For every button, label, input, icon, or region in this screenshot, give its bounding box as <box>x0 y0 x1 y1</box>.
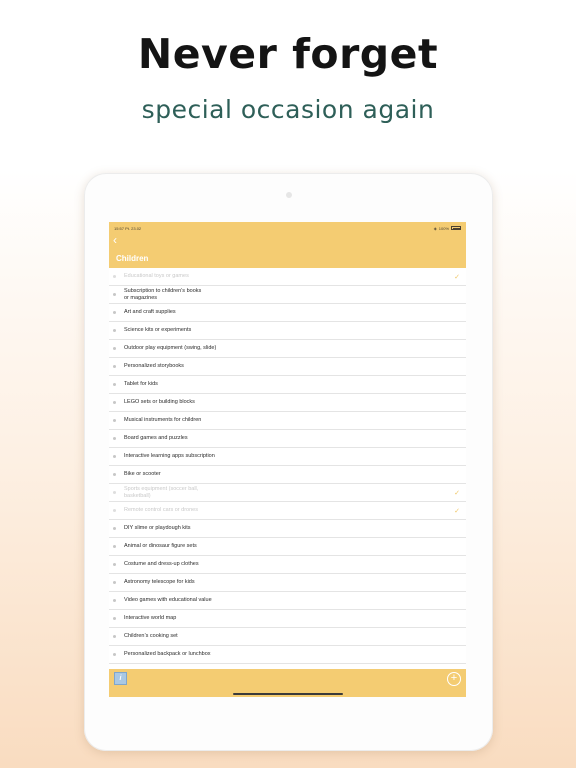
status-left: 15:57 Pt. 23.02 <box>114 226 141 231</box>
bullet-icon <box>113 635 116 638</box>
list-item[interactable]: Children’s cooking set <box>109 628 466 646</box>
list-item[interactable]: Animal or dinosaur figure sets <box>109 538 466 556</box>
bullet-icon <box>113 527 116 530</box>
bullet-icon <box>113 491 116 494</box>
status-time: 15:57 <box>114 225 125 231</box>
list-item[interactable]: Interactive learning apps subscription <box>109 448 466 466</box>
list-item[interactable]: Sports equipment (soccer ball, basketbal… <box>109 484 466 502</box>
add-item-button[interactable]: + <box>447 672 461 686</box>
list-item[interactable]: Remote control cars or drones ✓ <box>109 502 466 520</box>
list-item[interactable]: Interactive world map <box>109 610 466 628</box>
status-right: ◈ 100% <box>434 226 461 231</box>
list-item[interactable]: Science kits or experiments <box>109 322 466 340</box>
bullet-icon <box>113 311 116 314</box>
checkmark-icon: ✓ <box>454 273 460 281</box>
list-item[interactable]: Outdoor play equipment (swing, slide) <box>109 340 466 358</box>
list-item-label: Bike or scooter <box>124 471 161 478</box>
list-item-label: Sports equipment (soccer ball, basketbal… <box>124 486 199 499</box>
gift-idea-list: Educational toys or games ✓ Subscription t… <box>109 268 466 664</box>
bullet-icon <box>113 419 116 422</box>
list-item-label: Subscription to children’s books or maga… <box>124 288 202 301</box>
list-item-label: Children’s cooking set <box>124 633 178 640</box>
list-item-label: Astronomy telescope for kids <box>124 579 195 586</box>
list-item[interactable]: Art and craft supplies <box>109 304 466 322</box>
bullet-icon <box>113 653 116 656</box>
bullet-icon <box>113 401 116 404</box>
camera-dot <box>286 192 292 198</box>
battery-icon <box>451 226 461 230</box>
bottom-toolbar: i + <box>109 669 466 697</box>
list-item[interactable]: Subscription to children’s books or maga… <box>109 286 466 304</box>
list-item-label: Remote control cars or drones <box>124 507 198 514</box>
app-screen: 15:57 Pt. 23.02 ◈ 100% ‹ Children Educat… <box>109 222 466 697</box>
battery-percent: 100% <box>438 225 449 231</box>
checkmark-icon: ✓ <box>454 489 460 497</box>
list-item[interactable]: DIY slime or playdough kits <box>109 520 466 538</box>
nav-bar: ‹ Children <box>109 234 466 268</box>
list-item[interactable]: Educational toys or games ✓ <box>109 268 466 286</box>
tablet-frame: 15:57 Pt. 23.02 ◈ 100% ‹ Children Educat… <box>84 173 493 751</box>
list-item-label: Video games with educational value <box>124 597 212 604</box>
chevron-left-icon[interactable]: ‹ <box>113 234 117 246</box>
bullet-icon <box>113 347 116 350</box>
bullet-icon <box>113 581 116 584</box>
bullet-icon <box>113 563 116 566</box>
list-item-label: Art and craft supplies <box>124 309 176 316</box>
list-item-label: Personalized backpack or lunchbox <box>124 651 211 658</box>
bullet-icon <box>113 383 116 386</box>
list-item-label: Tablet for kids <box>124 381 158 388</box>
list-item[interactable]: Astronomy telescope for kids <box>109 574 466 592</box>
bullet-icon <box>113 455 116 458</box>
list-item-label: LEGO sets or building blocks <box>124 399 195 406</box>
home-indicator <box>233 693 343 695</box>
list-item-label: Costume and dress-up clothes <box>124 561 199 568</box>
promo-subheadline: special occasion again <box>141 95 435 124</box>
list-item-label: Interactive learning apps subscription <box>124 453 215 460</box>
list-item-label: Board games and puzzles <box>124 435 188 442</box>
list-item[interactable]: Tablet for kids <box>109 376 466 394</box>
status-date: Pt. 23.02 <box>125 225 142 231</box>
list-item[interactable]: Bike or scooter <box>109 466 466 484</box>
info-icon[interactable]: i <box>114 672 127 685</box>
list-item-label: Animal or dinosaur figure sets <box>124 543 197 550</box>
list-item-label: DIY slime or playdough kits <box>124 525 191 532</box>
bullet-icon <box>113 293 116 296</box>
wifi-icon: ◈ <box>433 225 437 231</box>
page-title: Children <box>116 254 149 263</box>
list-item-label: Educational toys or games <box>124 273 189 280</box>
list-item-label: Personalized storybooks <box>124 363 184 370</box>
promo-headline: Never forget <box>137 30 439 78</box>
status-bar: 15:57 Pt. 23.02 ◈ 100% <box>109 222 466 234</box>
list-item[interactable]: Video games with educational value <box>109 592 466 610</box>
list-item-label: Outdoor play equipment (swing, slide) <box>124 345 217 352</box>
bullet-icon <box>113 329 116 332</box>
list-item[interactable]: Board games and puzzles <box>109 430 466 448</box>
bullet-icon <box>113 545 116 548</box>
bullet-icon <box>113 437 116 440</box>
bullet-icon <box>113 473 116 476</box>
checkmark-icon: ✓ <box>454 507 460 515</box>
bullet-icon <box>113 599 116 602</box>
bullet-icon <box>113 365 116 368</box>
list-item[interactable]: Personalized storybooks <box>109 358 466 376</box>
list-item[interactable]: Musical instruments for children <box>109 412 466 430</box>
bullet-icon <box>113 275 116 278</box>
list-item-label: Musical instruments for children <box>124 417 202 424</box>
bullet-icon <box>113 509 116 512</box>
list-item[interactable]: Costume and dress-up clothes <box>109 556 466 574</box>
list-item-label: Interactive world map <box>124 615 177 622</box>
bullet-icon <box>113 617 116 620</box>
list-item-label: Science kits or experiments <box>124 327 192 334</box>
list-item[interactable]: Personalized backpack or lunchbox <box>109 646 466 664</box>
list-item[interactable]: LEGO sets or building blocks <box>109 394 466 412</box>
